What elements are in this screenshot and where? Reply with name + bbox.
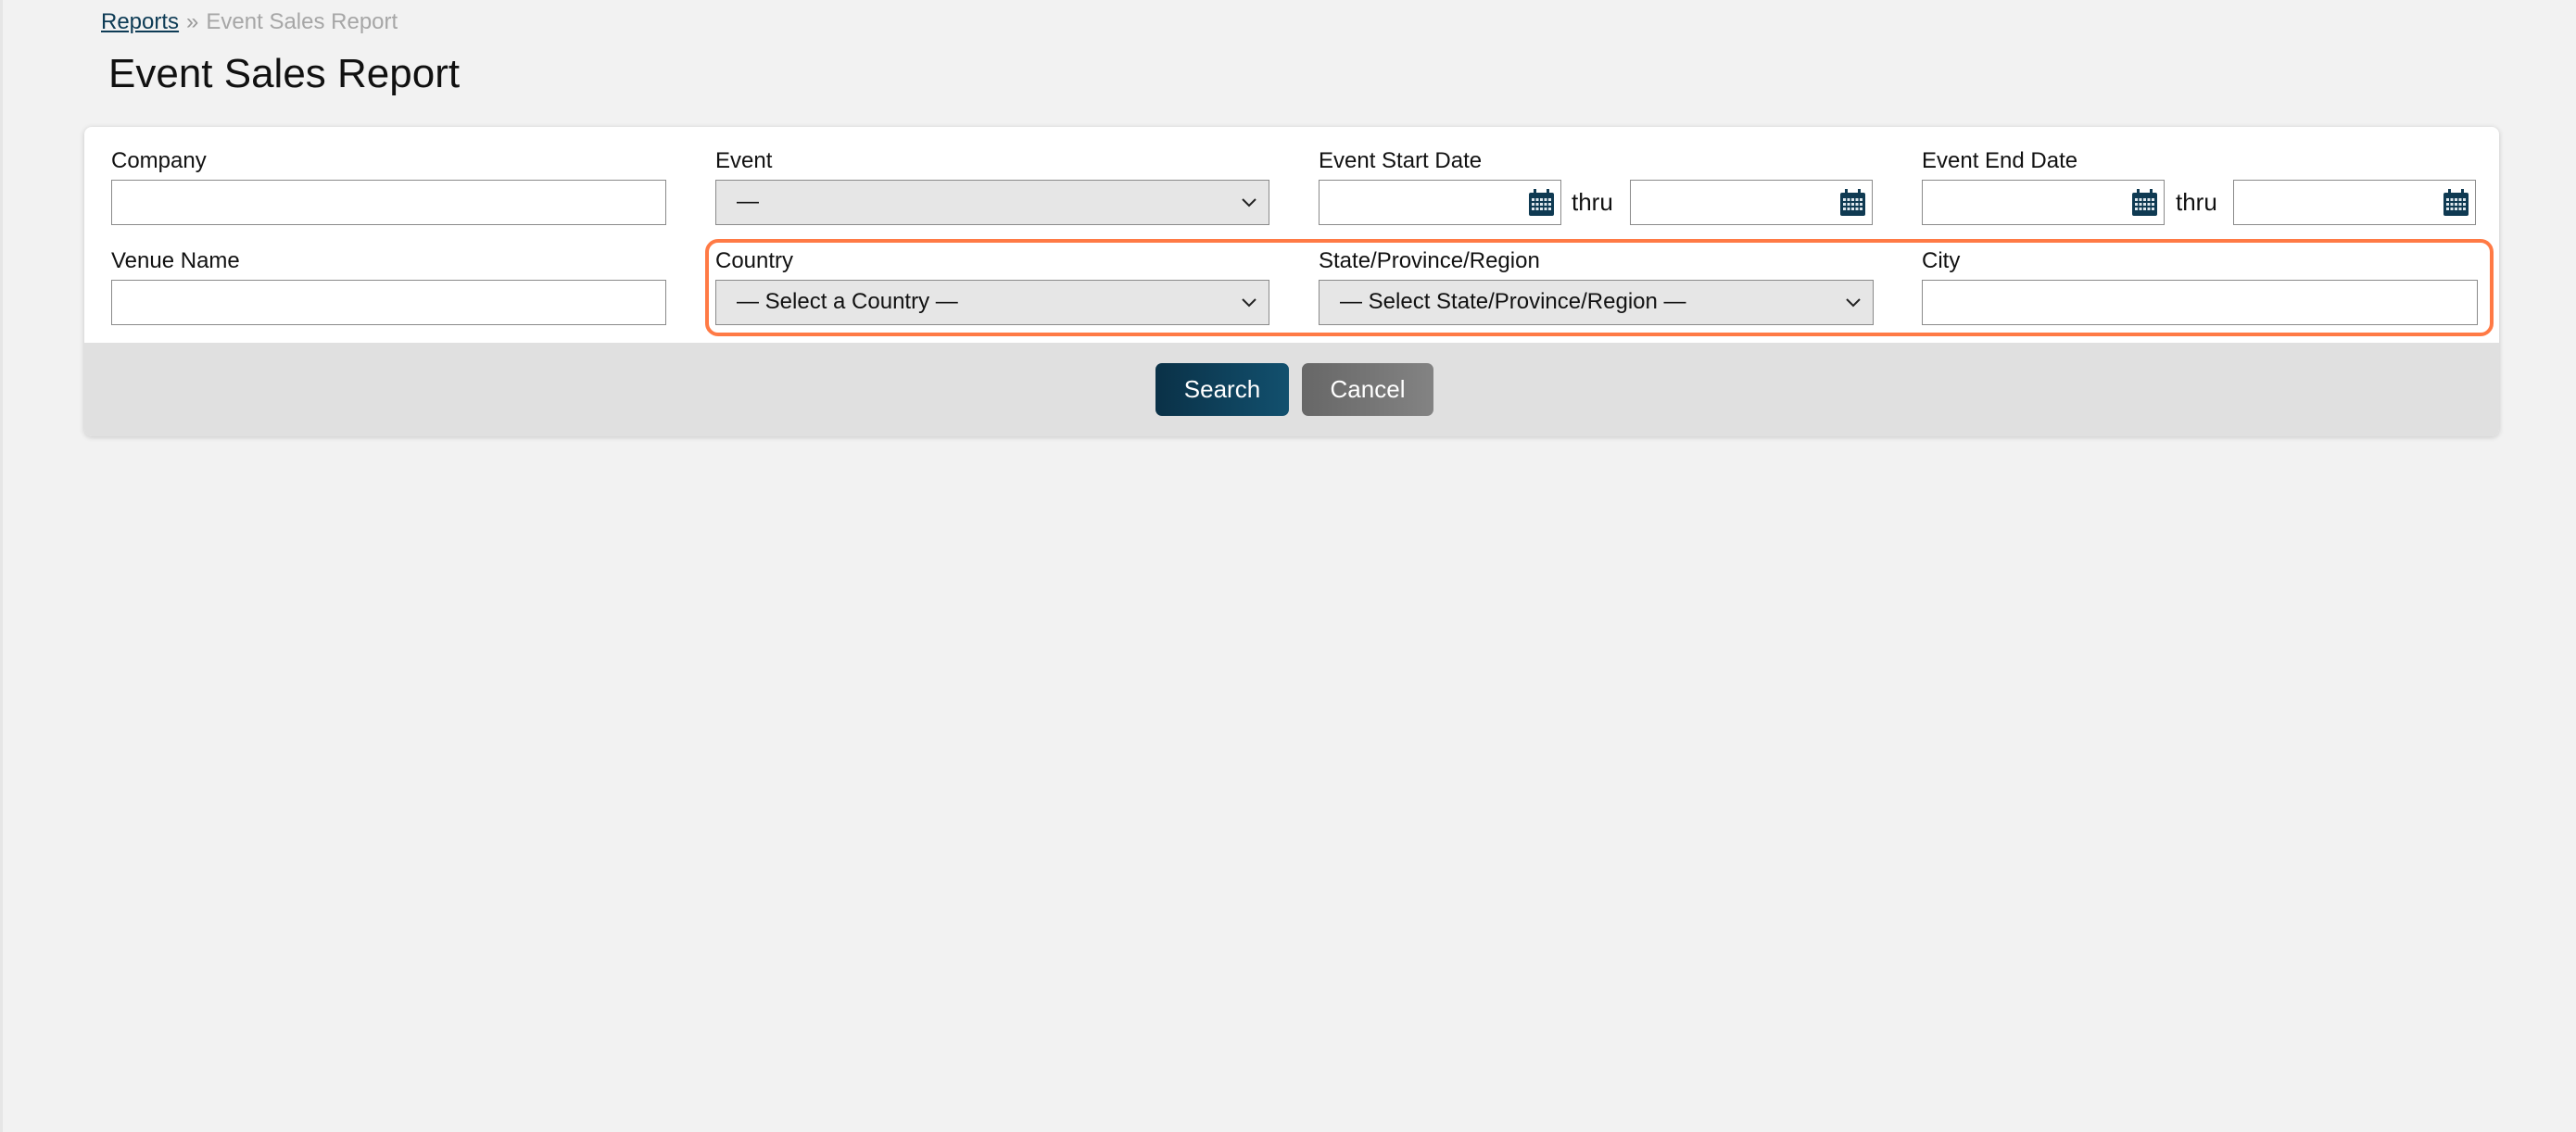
- chevron-down-icon: [1242, 198, 1256, 208]
- event-start-date-from[interactable]: [1319, 180, 1561, 225]
- state-select[interactable]: — Select State/Province/Region —: [1319, 280, 1874, 325]
- chevron-down-icon: [1846, 298, 1861, 308]
- event-end-date-label: Event End Date: [1922, 148, 2078, 173]
- event-end-date-thru-label: thru: [2176, 188, 2217, 216]
- event-end-date-from[interactable]: [1922, 180, 2165, 225]
- calendar-icon[interactable]: [2131, 188, 2158, 217]
- event-end-date-to[interactable]: [2233, 180, 2476, 225]
- form-actions-bar: Search Cancel: [84, 343, 2499, 436]
- search-form-body: Company Event — Event Start Date thru Ev…: [84, 127, 2499, 343]
- country-label: Country: [715, 248, 794, 273]
- calendar-icon[interactable]: [2443, 188, 2469, 217]
- city-input[interactable]: [1922, 280, 2478, 325]
- event-start-date-to[interactable]: [1630, 180, 1873, 225]
- breadcrumb-current: Event Sales Report: [206, 9, 398, 34]
- cancel-button[interactable]: Cancel: [1302, 363, 1433, 416]
- company-label: Company: [111, 148, 207, 173]
- event-select[interactable]: —: [715, 180, 1269, 225]
- search-form-card: Company Event — Event Start Date thru Ev…: [84, 127, 2499, 436]
- event-label: Event: [715, 148, 773, 173]
- event-end-date-to-input[interactable]: [2234, 181, 2429, 224]
- event-start-date-thru-label: thru: [1572, 188, 1613, 216]
- event-start-date-to-input[interactable]: [1631, 181, 1825, 224]
- event-end-date-from-input[interactable]: [1923, 181, 2117, 224]
- calendar-icon[interactable]: [1839, 188, 1866, 217]
- company-input[interactable]: [111, 180, 666, 225]
- state-select-value: — Select State/Province/Region —: [1340, 289, 1686, 314]
- breadcrumb-separator: »: [186, 9, 199, 34]
- chevron-down-icon: [1242, 298, 1256, 308]
- country-select-value: — Select a Country —: [737, 289, 958, 314]
- search-button[interactable]: Search: [1155, 363, 1289, 416]
- breadcrumb: Reports » Event Sales Report: [101, 7, 398, 37]
- event-start-date-from-input[interactable]: [1320, 181, 1514, 224]
- breadcrumb-reports-link[interactable]: Reports: [101, 9, 179, 34]
- venue-name-input[interactable]: [111, 280, 666, 325]
- venue-name-label: Venue Name: [111, 248, 240, 273]
- city-label: City: [1922, 248, 1961, 273]
- calendar-icon[interactable]: [1528, 188, 1555, 217]
- state-label: State/Province/Region: [1319, 248, 1540, 273]
- event-select-value: —: [737, 189, 759, 214]
- page-title: Event Sales Report: [108, 51, 461, 96]
- event-start-date-label: Event Start Date: [1319, 148, 1483, 173]
- country-select[interactable]: — Select a Country —: [715, 280, 1269, 325]
